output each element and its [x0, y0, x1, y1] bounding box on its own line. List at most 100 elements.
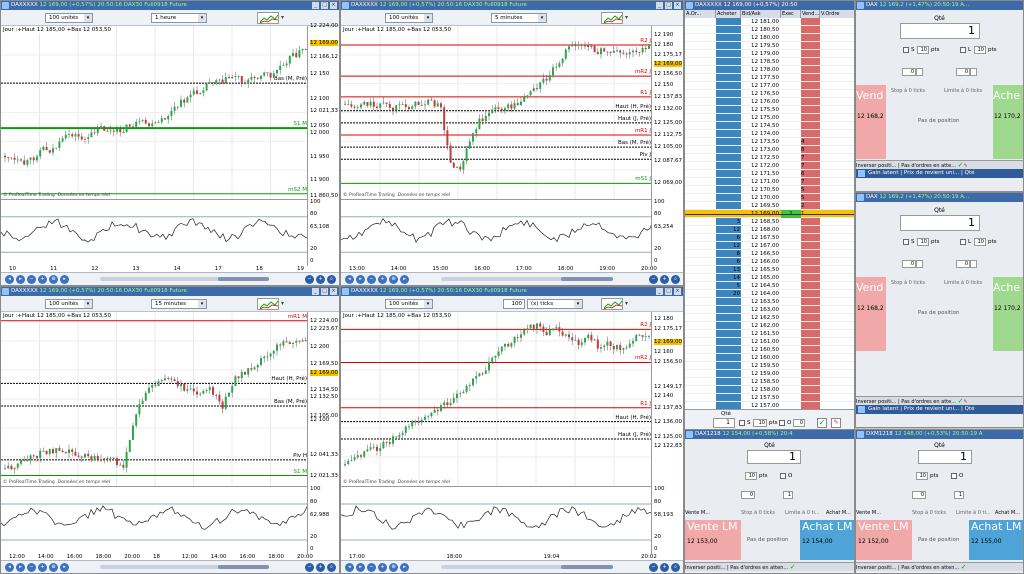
- order-book-row[interactable]: 12 178,00: [685, 66, 854, 74]
- stop-input[interactable]: 10: [917, 46, 929, 54]
- pts-input[interactable]: 10: [745, 472, 757, 480]
- limit-checkbox[interactable]: [960, 47, 966, 53]
- sell-market-button[interactable]: Vente M...: [685, 510, 710, 516]
- order-book-row[interactable]: 12 176,00: [685, 98, 854, 106]
- order-book-row[interactable]: 12 169,50 2: [685, 202, 854, 210]
- stop-checkbox[interactable]: [903, 47, 909, 53]
- zoom-in-icon[interactable]: +: [316, 563, 325, 572]
- order-book-header[interactable]: Vend...: [801, 10, 820, 18]
- scroll-right-icon[interactable]: ▸: [356, 275, 365, 284]
- scroll-thumb[interactable]: [561, 277, 613, 281]
- order-book-row[interactable]: 12 172,00 7: [685, 162, 854, 170]
- order-book-row[interactable]: 12 173,00 8: [685, 146, 854, 154]
- price-axis[interactable]: 12 224,00 12 223,67 12 200 12 169,50 12 169,…: [307, 312, 339, 486]
- period-select[interactable]: (x) ticks ▾: [527, 299, 583, 309]
- close-icon[interactable]: ×: [674, 2, 681, 9]
- scroll-left-icon[interactable]: ◂: [345, 275, 354, 284]
- order-book-row[interactable]: 12 177,00: [685, 82, 854, 90]
- price-plot[interactable]: [341, 26, 654, 199]
- stop-spin[interactable]: 0: [741, 491, 755, 499]
- price-plot[interactable]: [1, 312, 310, 486]
- order-checkbox[interactable]: [779, 420, 785, 426]
- order-book-row[interactable]: 12 159,50: [685, 362, 854, 370]
- scroll-right-icon[interactable]: ▸: [16, 563, 25, 572]
- limit-checkbox[interactable]: [960, 239, 966, 245]
- limit-spin[interactable]: 0: [956, 260, 970, 268]
- zoom-in-icon[interactable]: +: [378, 563, 387, 572]
- qty-input[interactable]: 1: [713, 418, 735, 428]
- stop-spin[interactable]: 0: [902, 68, 916, 76]
- confirm-icon[interactable]: ✓: [790, 563, 796, 571]
- order-book-header[interactable]: Exec: [781, 10, 801, 18]
- limit-spin[interactable]: 1: [954, 491, 964, 499]
- scrollbar[interactable]: [440, 277, 613, 281]
- scroll-thumb[interactable]: [218, 565, 269, 569]
- cancel-orders-button[interactable]: Pas d'ordres en atten...: [730, 565, 788, 571]
- search-icon[interactable]: ⌕: [671, 563, 680, 572]
- stop-spin[interactable]: 0: [912, 491, 926, 499]
- zoom-in-icon[interactable]: +: [316, 275, 325, 284]
- scroll-left-icon[interactable]: ◂: [345, 563, 354, 572]
- spin-arrows-icon[interactable]: [970, 68, 977, 76]
- zoom-in-icon[interactable]: +: [38, 563, 47, 572]
- cancel-orders-button[interactable]: Pas d'ordres en atten...: [901, 565, 959, 571]
- order-book-header[interactable]: V.Ordre: [820, 10, 854, 18]
- zoom-out-icon[interactable]: −: [305, 563, 314, 572]
- sell-button[interactable]: Vend: [856, 85, 886, 159]
- oscillator-plot[interactable]: [1, 200, 309, 267]
- zoom-out-icon[interactable]: −: [305, 275, 314, 284]
- ticks-input[interactable]: 100: [503, 299, 525, 309]
- reverse-position-button[interactable]: Inverser positi...: [856, 565, 896, 571]
- maximize-icon[interactable]: □: [665, 2, 672, 9]
- scroll-end-icon[interactable]: ▸: [400, 275, 409, 284]
- buy-button[interactable]: Ache: [993, 85, 1023, 159]
- stop-points-input[interactable]: 10: [753, 419, 767, 427]
- order-book-row[interactable]: 12 170,50 5: [685, 186, 854, 194]
- sell-button[interactable]: Vend: [856, 277, 886, 351]
- qty-input[interactable]: 1: [900, 215, 980, 231]
- chart-type-icon[interactable]: [601, 12, 623, 24]
- order-book-row[interactable]: 12 174,50: [685, 122, 854, 130]
- order-book-row[interactable]: 12 160,00: [685, 354, 854, 362]
- minimize-icon[interactable]: _: [656, 288, 663, 295]
- order-book-row[interactable]: 12 158,00: [685, 386, 854, 394]
- chevron-down-icon[interactable]: ▾: [625, 14, 628, 21]
- order-book-row[interactable]: 12 176,50: [685, 90, 854, 98]
- period-select[interactable]: 1 heure ▾: [151, 13, 207, 23]
- scroll-end-icon[interactable]: ▸: [60, 275, 69, 284]
- period-select[interactable]: 15 minutes ▾: [151, 299, 207, 309]
- scrollbar[interactable]: [99, 277, 269, 281]
- order-book-row[interactable]: 12 179,00: [685, 50, 854, 58]
- minimize-icon[interactable]: _: [656, 2, 663, 9]
- zoom-out-icon[interactable]: −: [27, 563, 36, 572]
- oscillator-plot[interactable]: [341, 487, 654, 555]
- units-select[interactable]: 100 unités ▾: [45, 299, 93, 309]
- chart-type-icon[interactable]: [257, 298, 279, 310]
- stop-input[interactable]: 10: [917, 238, 929, 246]
- sell-market-button[interactable]: Vente M...: [856, 510, 881, 516]
- limit-input[interactable]: 10: [974, 238, 986, 246]
- scroll-left-icon[interactable]: ◂: [5, 275, 14, 284]
- order-book-row[interactable]: 12 12 167,00: [685, 242, 854, 250]
- order-book-row[interactable]: 12 157,50: [685, 394, 854, 402]
- order-book-row[interactable]: 12 178,50: [685, 58, 854, 66]
- price-axis[interactable]: 12 180 12 175,17 12 169,00 12 160 12 156,50 1…: [651, 312, 683, 486]
- buy-market-button[interactable]: Achat M...: [995, 510, 1020, 516]
- maximize-icon[interactable]: □: [665, 288, 672, 295]
- reverse-position-button[interactable]: Inverser positi...: [685, 565, 725, 571]
- order-book-row[interactable]: 6 12 166,00: [685, 258, 854, 266]
- oscillator-plot[interactable]: [1, 487, 309, 555]
- maximize-icon[interactable]: □: [321, 2, 328, 9]
- order-book-row[interactable]: 12 171,00 7: [685, 178, 854, 186]
- cancel-icon[interactable]: ✎: [831, 418, 841, 428]
- search-icon[interactable]: ⌕: [671, 275, 680, 284]
- qty-input[interactable]: 1: [918, 450, 972, 464]
- chart-type-icon[interactable]: [601, 298, 623, 310]
- spin-arrows-icon[interactable]: [916, 260, 923, 268]
- order-book-row[interactable]: 12 162,00: [685, 322, 854, 330]
- search-icon[interactable]: ⌕: [327, 275, 336, 284]
- price-axis[interactable]: 12 190 12 180 12 175,17 12 169,00 12 156,50 1…: [651, 26, 683, 199]
- order-book-row[interactable]: 12 172,50 7: [685, 154, 854, 162]
- order-book-row[interactable]: 12 162,50: [685, 314, 854, 322]
- order-book-header[interactable]: Bid/Ask: [741, 10, 781, 18]
